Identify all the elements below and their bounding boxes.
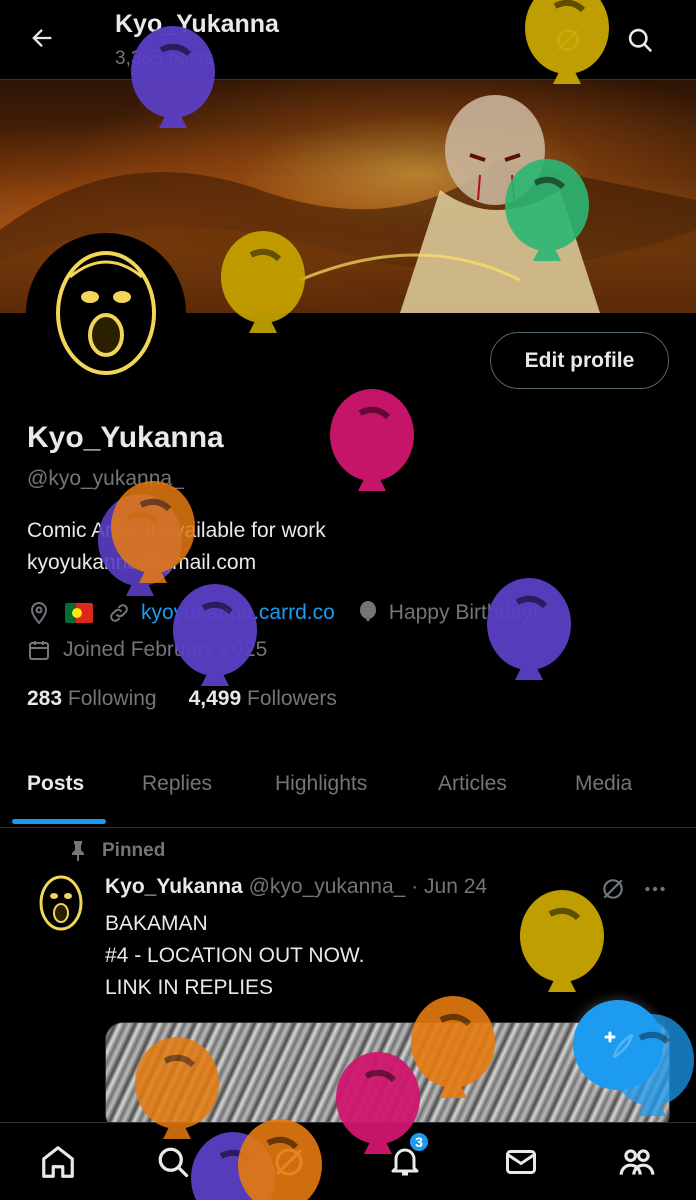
post-text: BAKAMAN #4 - LOCATION OUT NOW. LINK IN R… [105,908,364,1004]
followers-link[interactable]: 4,499 Followers [189,687,337,711]
bottom-navigation: 3 [0,1122,696,1200]
nav-notifications[interactable]: 3 [384,1131,430,1183]
grok-icon [275,1148,303,1176]
more-icon [645,886,665,892]
nav-search[interactable] [152,1141,194,1183]
nav-messages[interactable] [500,1141,542,1183]
post-header: Kyo_Yukanna @kyo_yukanna_ · Jun 24 [105,875,487,899]
joined-date: Joined February 2025 [63,638,268,661]
notifications-badge: 3 [408,1131,430,1153]
bio-email: kyoyukanna@gmail.com [27,551,257,574]
header-title: Kyo_Yukanna [115,10,279,38]
following-count: 283 [27,687,63,710]
avatar-artwork [30,237,182,389]
nav-communities[interactable] [616,1141,658,1183]
tab-articles[interactable]: Articles [438,772,507,796]
active-tab-indicator [12,819,106,824]
compose-post-button[interactable] [573,1000,663,1090]
calendar-icon [27,638,51,662]
communities-icon [619,1149,655,1175]
bio-line: Comic Artist || Available for work [27,519,326,542]
profile-meta-row: kyoyukanna.carrd.co Happy Birthday! [27,598,538,628]
profile-link[interactable]: kyoyukanna.carrd.co [141,601,335,625]
grok-button[interactable] [548,20,588,60]
tab-media[interactable]: Media [575,772,632,796]
nav-grok[interactable] [268,1141,310,1183]
tab-highlights[interactable]: Highlights [275,772,367,796]
post-line: BAKAMAN [105,912,208,935]
followers-count: 4,499 [188,687,242,710]
followers-label: Followers [247,687,337,710]
link-icon [107,601,131,625]
post-avatar-artwork [39,875,83,931]
search-button[interactable] [620,20,660,60]
profile-tabs: Posts Replies Highlights Articles Media [0,755,696,828]
back-arrow-icon [32,29,52,47]
following-label: Following [67,687,157,710]
post-author[interactable]: Kyo_Yukanna [105,875,243,898]
post-avatar[interactable] [28,870,94,936]
messages-icon [506,1150,536,1174]
grok-icon [557,29,579,51]
post-grok-button[interactable] [596,872,630,906]
profile-avatar[interactable] [26,233,186,393]
profile-bio: Comic Artist || Available for work kyoyu… [27,515,326,579]
balloon-icon [357,601,379,625]
balloon [487,578,571,680]
back-button[interactable] [22,18,62,58]
home-icon [42,1146,74,1178]
following-link[interactable]: 283 Following [27,687,157,711]
pinned-label: Pinned [102,840,166,861]
follow-stats: 283 Following 4,499 Followers [27,687,337,711]
post-date[interactable]: · Jun 24 [411,875,487,898]
search-icon [628,28,652,52]
post-handle[interactable]: @kyo_yukanna_ [249,875,406,898]
balloon [520,890,604,992]
edit-profile-button[interactable]: Edit profile [490,332,669,389]
pinned-indicator: Pinned [68,840,165,862]
display-name: Kyo_Yukanna [27,421,224,454]
posts-count: 3,385 posts [115,48,214,69]
location-icon [27,601,51,625]
post-line: #4 - LOCATION OUT NOW. [105,944,365,967]
portugal-flag-icon [65,603,93,623]
post-line: LINK IN REPLIES [105,976,274,999]
top-bar: Kyo_Yukanna 3,385 posts [0,0,696,80]
birthday-text: Happy Birthday! [388,601,539,624]
balloon [330,389,414,491]
nav-home[interactable] [37,1141,79,1183]
grok-icon [603,879,623,899]
joined-row: Joined February 2025 [27,635,267,665]
profile-handle: @kyo_yukanna_ [27,467,184,490]
pin-icon [68,840,88,862]
tab-posts[interactable]: Posts [27,772,84,796]
compose-icon [604,1031,634,1059]
tab-replies[interactable]: Replies [142,772,212,796]
post-more-button[interactable] [638,872,672,906]
search-icon [158,1147,189,1178]
